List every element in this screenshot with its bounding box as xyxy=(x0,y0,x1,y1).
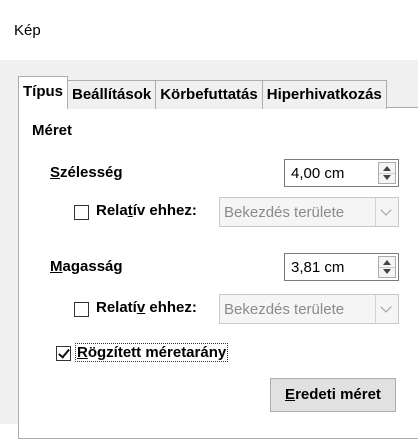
height-value[interactable]: 3,81 cm xyxy=(291,259,344,276)
width-relative-label-b: ív ehhez: xyxy=(132,202,197,219)
height-relative-checkbox[interactable] xyxy=(74,302,89,317)
increase-arrow-icon[interactable] xyxy=(383,260,391,265)
stepper-divider xyxy=(379,267,395,268)
keep-ratio-label[interactable]: Rögzített méretarány xyxy=(75,343,229,362)
original-size-button[interactable]: Eredeti méret xyxy=(270,378,396,412)
height-relative-label-a: Relatí xyxy=(96,299,137,316)
width-relative-select[interactable]: Bekezdés területe xyxy=(219,197,399,227)
width-relative-label-a: Rela xyxy=(96,202,128,219)
tab-options[interactable]: Beállítások xyxy=(67,80,157,109)
height-relative-select[interactable]: Bekezdés területe xyxy=(219,294,399,324)
width-stepper[interactable] xyxy=(378,162,396,184)
height-spinbox[interactable]: 3,81 cm xyxy=(284,253,399,281)
keep-ratio-checkbox[interactable] xyxy=(56,346,71,361)
tab-hyperlink[interactable]: Hiperhivatkozás xyxy=(261,80,387,109)
keep-ratio-label-accel: R xyxy=(77,344,88,361)
height-relative-label-b: ehhez: xyxy=(145,299,197,316)
height-relative-value: Bekezdés területe xyxy=(224,301,345,318)
height-label: Magasság xyxy=(50,258,123,275)
width-relative-value: Bekezdés területe xyxy=(224,204,345,221)
decrease-arrow-icon[interactable] xyxy=(383,269,391,274)
height-relative-label-accel: v xyxy=(136,299,146,316)
width-label-accel: S xyxy=(50,164,61,181)
tab-bar: Típus Beállítások Körbefuttatás Hiperhiv… xyxy=(18,76,387,109)
size-section-title: Méret xyxy=(32,122,73,139)
width-label: Szélesség xyxy=(50,164,123,181)
height-label-rest: agasság xyxy=(62,258,123,275)
height-relative-label: Relatív ehhez: xyxy=(96,299,197,316)
original-size-rest: redeti méret xyxy=(295,386,381,403)
keep-ratio-label-rest: ögzített méretarány xyxy=(87,344,227,361)
width-relative-checkbox[interactable] xyxy=(74,205,89,220)
title-bar: Kép xyxy=(0,0,418,60)
width-relative-label: Relatív ehhez: xyxy=(96,202,197,219)
chevron-down-icon xyxy=(380,204,392,216)
height-label-accel: M xyxy=(50,258,63,275)
original-size-accel: E xyxy=(285,386,296,403)
height-stepper[interactable] xyxy=(378,256,396,278)
increase-arrow-icon[interactable] xyxy=(383,166,391,171)
tab-type[interactable]: Típus xyxy=(18,76,68,109)
stepper-divider xyxy=(379,173,395,174)
tab-wrap[interactable]: Körbefuttatás xyxy=(155,80,263,109)
decrease-arrow-icon[interactable] xyxy=(383,175,391,180)
width-spinbox[interactable]: 4,00 cm xyxy=(284,159,399,187)
width-value[interactable]: 4,00 cm xyxy=(291,165,344,182)
window-title: Kép xyxy=(14,22,41,39)
width-label-rest: zélesség xyxy=(60,164,123,181)
chevron-down-icon xyxy=(380,301,392,313)
width-relative-dropdown-button[interactable] xyxy=(375,198,398,226)
height-relative-dropdown-button[interactable] xyxy=(375,295,398,323)
